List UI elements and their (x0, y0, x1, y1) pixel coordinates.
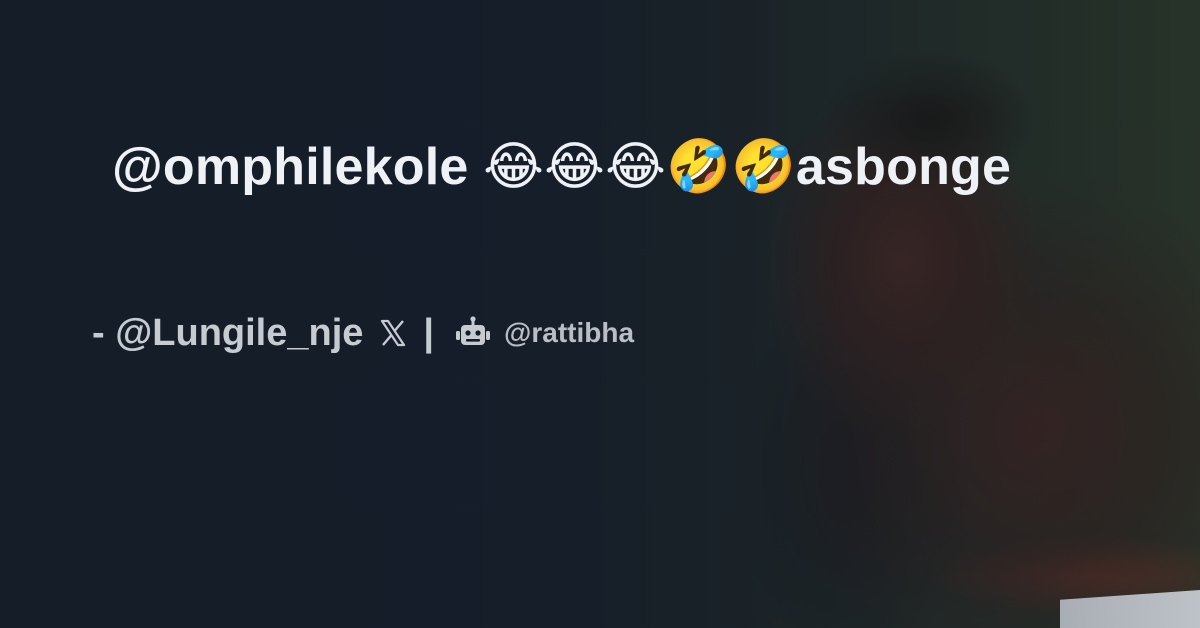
attribution-line: - @Lungile_nje | @rattibha (92, 306, 634, 360)
author-handle: - @Lungile_nje (92, 311, 364, 354)
share-card: @omphilekole 😂😂😂🤣🤣asbonge - @Lungile_nje… (0, 0, 1200, 628)
robot-icon (454, 314, 492, 352)
separator: | (423, 311, 435, 354)
tweet-text: @omphilekole 😂😂😂🤣🤣asbonge (112, 138, 1012, 196)
x-logo-icon (377, 317, 409, 349)
site-handle: @rattibha (504, 317, 635, 348)
